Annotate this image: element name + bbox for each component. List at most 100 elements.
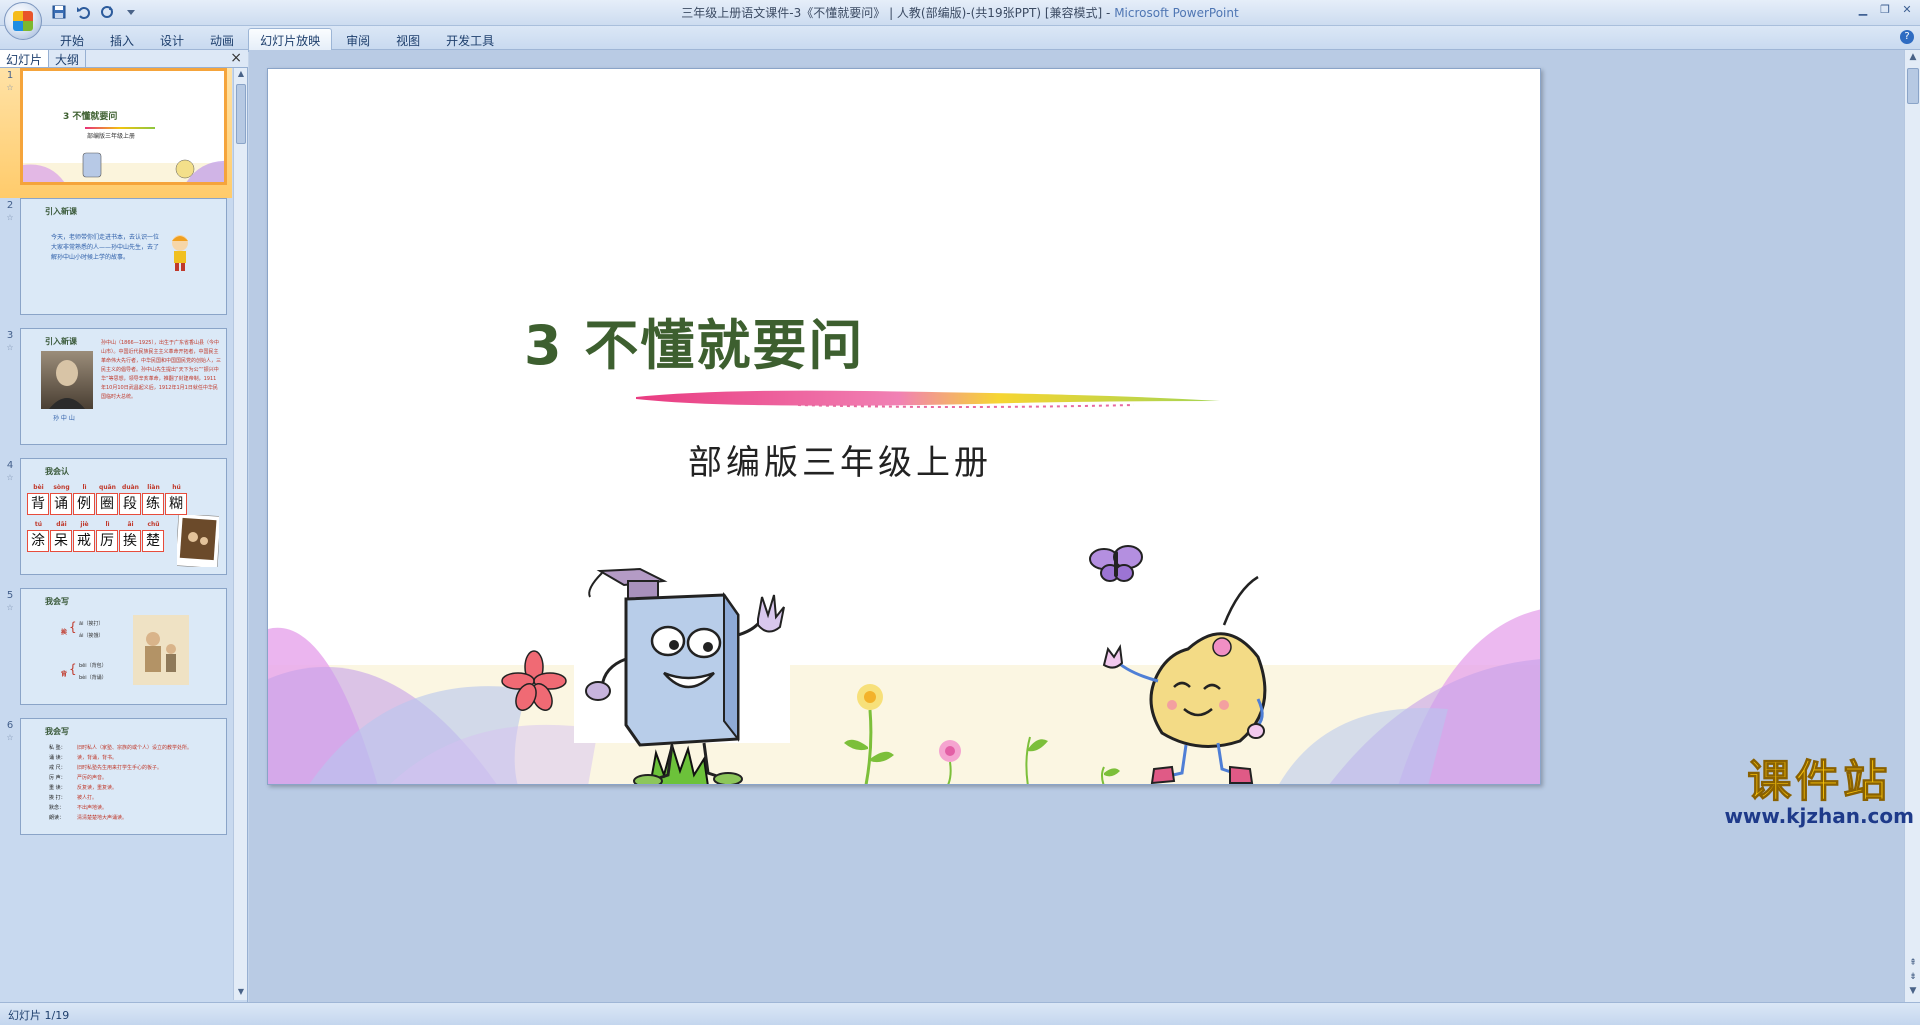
pinyin-label: duàn [122,484,139,491]
slide-thumbnail-2[interactable]: 2 ☆ 引入新课 今天，老师带你们走进书本，去认识一位大家非常熟悉的人——孙中山先… [0,198,232,328]
slide-scrollbar[interactable]: ▲ ⇞ ⇟ ▼ [1904,50,1920,1002]
title-brush-stroke [636,390,1220,408]
thumb-heading: 引入新课 [45,207,77,216]
ribbon-tab[interactable]: 开始 [48,28,96,52]
window-controls: ▁ ❐ ✕ [1852,0,1918,18]
tab-slides[interactable]: 幻灯片 [0,50,50,67]
thumb-cartoon-boy-image [172,235,188,271]
slide-counter: 幻灯片 1/19 [8,1009,70,1022]
thumbnail-list: 1 ☆ 3 不懂就要问 部编版三年级上册 2 ☆ 引入新课 今天，老师带你们走进书本… [0,68,232,1000]
char-cell: 糊 [165,493,187,515]
pinyin-label: sòng [53,484,70,491]
char-cell: 诵 [50,493,72,515]
slide-number: 6 ☆ [6,720,14,742]
thumb-decor-art [23,152,224,182]
pinyin-label: bèi [33,484,44,491]
scroll-down-icon[interactable]: ▼ [1906,986,1920,1000]
term-list: 私 塾： 诵 读： 戒 尺： 厉 声： 重 读： 挨 打： 默念： 朗读： [49,743,66,823]
restore-icon[interactable]: ❐ [1874,0,1896,18]
office-logo-icon [13,11,33,31]
scroll-down-icon[interactable]: ▼ [235,987,247,999]
pinyin-label: tú [34,521,43,528]
slide-number: 2 ☆ [6,200,14,222]
ribbon-tab[interactable]: 设计 [148,28,196,52]
tab-outline[interactable]: 大纲 [49,50,87,67]
animation-star-icon: ☆ [6,83,14,92]
scrollbar-thumb[interactable] [236,84,246,144]
brace-icon: { [69,620,77,634]
char-cell: 背 [27,493,49,515]
pinyin-label: dāi [56,521,67,528]
slide-thumbnail-5[interactable]: 5 ☆ 我会写 挨 { āi（挨打） ái（挨饿） 背 { bēi（背包） bèi… [0,588,232,718]
char-cell: 挨 [119,530,141,552]
help-icon[interactable]: ? [1900,30,1914,44]
slide-thumbnail-3[interactable]: 3 ☆ 引入新课 孙 中 山 孙中山（1866—1925），出生于广东省香山县（今… [0,328,232,458]
thumbnail-preview: 引入新课 今天，老师带你们走进书本，去认识一位大家非常熟悉的人——孙中山先生，去… [20,198,227,315]
title-bar: 三年级上册语文课件-3《不懂就要问》 | 人教(部编版)-(共19张PPT) [… [0,0,1920,40]
ribbon-tab[interactable]: 幻灯片放映 [248,28,333,52]
slide-number: 5 ☆ [6,590,14,612]
ribbon-tab[interactable]: 开发工具 [434,28,506,52]
char-cell: 涂 [27,530,49,552]
ribbon-tab[interactable]: 动画 [198,28,246,52]
term-label: 默念： [49,805,65,811]
brace-icon: { [69,662,77,676]
thumb-heading: 我会认 [45,467,69,476]
thumb-body-text: 今天，老师带你们走进书本，去认识一位大家非常熟悉的人——孙中山先生，去了解孙中山… [51,234,160,261]
thumbnail-preview: 引入新课 孙 中 山 孙中山（1866—1925），出生于广东省香山县（今中山市… [20,328,227,445]
current-slide[interactable]: 3 不懂就要问 部编版三年级上册 [267,68,1541,785]
minimize-icon[interactable]: ▁ [1852,0,1874,18]
term-label: 戒 尺： [49,765,66,771]
ribbon-tab[interactable]: 视图 [384,28,432,52]
slide-thumbnail-1[interactable]: 1 ☆ 3 不懂就要问 部编版三年级上册 [0,68,232,198]
close-icon[interactable]: ✕ [1896,0,1918,18]
thumb-heading: 我会写 [45,727,69,736]
term-definition: 反复读，重复读。 [77,785,118,791]
slide-thumbnail-4[interactable]: 4 ☆ 我会认 bèi sòng lì quān duàn liàn hú 背诵例圈段练糊 t… [0,458,232,588]
char-cell: 段 [119,493,141,515]
animation-star-icon: ☆ [6,473,14,482]
ribbon-tab[interactable]: 插入 [98,28,146,52]
slide-title[interactable]: 3 不懂就要问 [524,301,864,380]
thumbnail-preview: 我会认 bèi sòng lì quān duàn liàn hú 背诵例圈段练糊 tú dā… [20,458,227,575]
animation-star-icon: ☆ [6,213,14,222]
previous-slide-icon[interactable]: ⇞ [1906,958,1920,972]
close-icon[interactable]: × [230,50,242,66]
thumbnail-scrollbar[interactable]: ▲ ▼ [233,68,247,1000]
scroll-up-icon[interactable]: ▲ [235,69,247,81]
animation-star-icon: ☆ [6,343,14,352]
scroll-up-icon[interactable]: ▲ [1906,52,1920,66]
pinyin-row-2: tú dāi jiè lì āi chǔ [27,521,165,528]
pinyin-label: āi [127,521,134,528]
char-cell: 圈 [96,493,118,515]
thumb-title: 3 不懂就要问 [63,112,118,122]
slide-background-art [268,545,1540,784]
ribbon: 开始 插入 设计 动画 幻灯片放映 审阅 视图 开发工具 ? [0,26,1920,52]
watermark-url: www.kjzhan.com [1724,804,1914,828]
polyphone-reading: bèi（背诵） [79,675,107,681]
term-label: 私 塾： [49,745,66,751]
char-cell: 楚 [142,530,164,552]
thumb-heading: 引入新课 [45,337,77,346]
term-definition: 清清楚楚地大声诵读。 [77,815,128,821]
scrollbar-thumb[interactable] [1907,68,1919,104]
term-definition: 读，背诵，背书。 [77,755,118,761]
term-label: 挨 打： [49,795,66,801]
thumb-painting-image [133,615,189,685]
pinyin-label: quān [99,484,116,491]
thumb-portrait-caption: 孙 中 山 [53,415,75,422]
polyphone-reading: bēi（背包） [79,663,107,669]
site-watermark: 课件站 www.kjzhan.com [1724,757,1914,828]
term-definition: 严厉的声音。 [77,775,108,781]
term-definition: 不出声地读。 [77,805,108,811]
thumbnail-preview: 3 不懂就要问 部编版三年级上册 [20,68,227,185]
thumbnail-preview: 我会写 私 塾： 诵 读： 戒 尺： 厉 声： 重 读： 挨 打： 默念： 朗读： 旧时私人（… [20,718,227,835]
animation-star-icon: ☆ [6,603,14,612]
next-slide-icon[interactable]: ⇟ [1906,972,1920,986]
slide-subtitle[interactable]: 部编版三年级上册 [688,435,992,484]
slide-thumbnail-6[interactable]: 6 ☆ 我会写 私 塾： 诵 读： 戒 尺： 厉 声： 重 读： 挨 打： 默念： 朗读： 旧时… [0,718,232,848]
office-button[interactable] [4,2,42,40]
pinyin-label: lì [82,484,87,491]
ribbon-tab[interactable]: 审阅 [334,28,382,52]
definition-list: 旧时私人（家塾、宗族的或个人）设立的教学处所。 读，背诵，背书。 旧时私塾先生用来打… [77,743,192,823]
